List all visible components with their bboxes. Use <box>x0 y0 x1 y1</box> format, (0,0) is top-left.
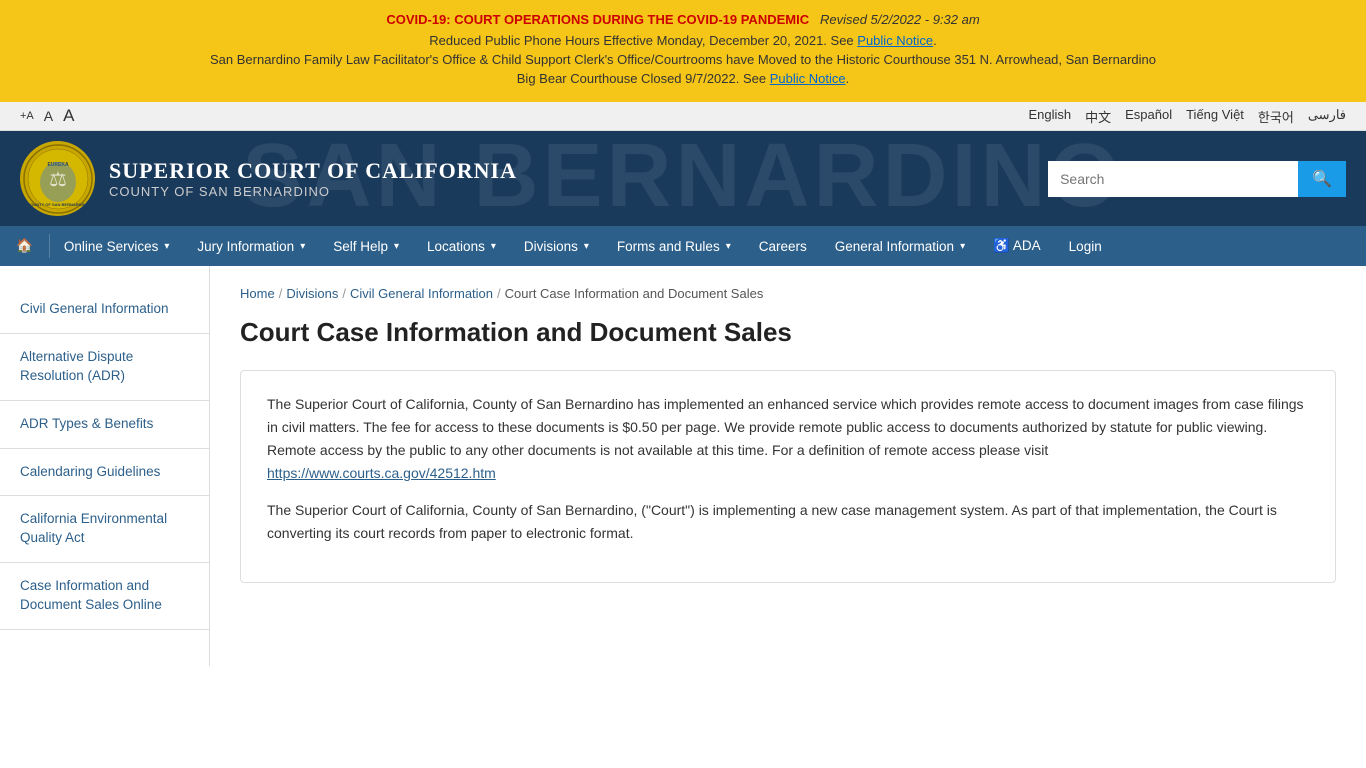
svg-text:⚖: ⚖ <box>49 169 67 191</box>
breadcrumb: Home / Divisions / Civil General Informa… <box>240 286 1336 301</box>
nav-jury-information[interactable]: Jury Information ▾ <box>183 226 319 266</box>
family-law-notice: San Bernardino Family Law Facilitator's … <box>20 52 1346 67</box>
sidebar: Civil General Information Alternative Di… <box>0 266 210 666</box>
sidebar-item-ceqa[interactable]: California Environmental Quality Act <box>0 496 209 563</box>
top-bar: +A A A English 中文 Español Tiếng Việt 한국어… <box>0 102 1366 131</box>
chevron-down-icon: ▾ <box>584 241 589 252</box>
breadcrumb-sep-3: / <box>497 286 501 301</box>
lang-vietnamese[interactable]: Tiếng Việt <box>1186 107 1244 126</box>
sidebar-item-case-info[interactable]: Case Information and Document Sales Onli… <box>0 563 209 630</box>
public-notice-link-2[interactable]: Public Notice <box>770 71 846 86</box>
sidebar-item-calendaring[interactable]: Calendaring Guidelines <box>0 449 209 497</box>
covid-title: COVID-19: COURT OPERATIONS DURING THE CO… <box>386 12 809 27</box>
font-large-btn[interactable]: A <box>63 106 74 126</box>
search-button[interactable]: 🔍 <box>1298 161 1346 197</box>
sidebar-item-civil-general[interactable]: Civil General Information <box>0 286 209 334</box>
breadcrumb-divisions[interactable]: Divisions <box>286 286 338 301</box>
font-medium-btn[interactable]: A <box>44 108 53 124</box>
bear-notice: Big Bear Courthouse Closed 9/7/2022. See… <box>20 71 1346 86</box>
content-box: The Superior Court of California, County… <box>240 370 1336 583</box>
chevron-down-icon: ▾ <box>491 241 496 252</box>
chevron-down-icon: ▾ <box>960 241 965 252</box>
nav-divisions[interactable]: Divisions ▾ <box>510 226 603 266</box>
public-notice-link-1[interactable]: Public Notice <box>857 33 933 48</box>
chevron-down-icon: ▾ <box>164 241 169 252</box>
search-area: 🔍 <box>1048 161 1346 197</box>
courts-link[interactable]: https://www.courts.ca.gov/42512.htm <box>267 465 496 481</box>
nav-self-help[interactable]: Self Help ▾ <box>319 226 413 266</box>
court-name: Superior Court of California <box>109 158 517 184</box>
chevron-down-icon: ▾ <box>726 241 731 252</box>
content-wrapper: Civil General Information Alternative Di… <box>0 266 1366 666</box>
nav-locations[interactable]: Locations ▾ <box>413 226 510 266</box>
breadcrumb-sep-1: / <box>279 286 283 301</box>
lang-korean[interactable]: 한국어 <box>1258 107 1294 126</box>
breadcrumb-civil[interactable]: Civil General Information <box>350 286 493 301</box>
font-size-controls: +A A A <box>20 106 74 126</box>
nav-online-services[interactable]: Online Services ▾ <box>50 226 184 266</box>
chevron-down-icon: ▾ <box>300 241 305 252</box>
svg-text:COUNTY OF SAN BERNARDINO: COUNTY OF SAN BERNARDINO <box>27 202 88 207</box>
content-paragraph-1: The Superior Court of California, County… <box>267 393 1309 485</box>
main-content: Home / Divisions / Civil General Informa… <box>210 266 1366 666</box>
font-small-btn[interactable]: +A <box>20 110 34 122</box>
sidebar-item-adr-types[interactable]: ADR Types & Benefits <box>0 401 209 449</box>
court-county: County of San Bernardino <box>109 184 517 199</box>
breadcrumb-current: Court Case Information and Document Sale… <box>505 286 764 301</box>
nav-general-information[interactable]: General Information ▾ <box>821 226 979 266</box>
phone-notice: Reduced Public Phone Hours Effective Mon… <box>20 33 1346 48</box>
site-header: SAN BERNARDINO EUREKA COUNTY OF SAN BERN… <box>0 131 1366 226</box>
main-navigation: 🏠 Online Services ▾ Jury Information ▾ S… <box>0 226 1366 266</box>
lang-chinese[interactable]: 中文 <box>1085 107 1111 126</box>
content-paragraph-2: The Superior Court of California, County… <box>267 499 1309 545</box>
chevron-down-icon: ▾ <box>394 241 399 252</box>
breadcrumb-home[interactable]: Home <box>240 286 275 301</box>
alert-banner: COVID-19: COURT OPERATIONS DURING THE CO… <box>0 0 1366 102</box>
lang-farsi[interactable]: فارسی <box>1308 107 1346 126</box>
nav-ada[interactable]: ♿ ADA <box>979 226 1055 266</box>
search-input[interactable] <box>1048 161 1298 197</box>
lang-spanish[interactable]: Español <box>1125 107 1172 126</box>
covid-alert-line: COVID-19: COURT OPERATIONS DURING THE CO… <box>20 12 1346 27</box>
nav-login[interactable]: Login <box>1055 226 1116 266</box>
nav-careers[interactable]: Careers <box>745 226 821 266</box>
sidebar-item-adr[interactable]: Alternative Dispute Resolution (ADR) <box>0 334 209 401</box>
page-title: Court Case Information and Document Sale… <box>240 317 1336 348</box>
header-title: Superior Court of California County of S… <box>109 158 517 199</box>
nav-forms-and-rules[interactable]: Forms and Rules ▾ <box>603 226 745 266</box>
court-seal: EUREKA COUNTY OF SAN BERNARDINO ⚖ <box>20 141 95 216</box>
lang-english[interactable]: English <box>1028 107 1071 126</box>
covid-revised: Revised 5/2/2022 - 9:32 am <box>820 12 980 27</box>
nav-home[interactable]: 🏠 <box>0 226 49 266</box>
header-branding: EUREKA COUNTY OF SAN BERNARDINO ⚖ Superi… <box>20 141 517 216</box>
breadcrumb-sep-2: / <box>342 286 346 301</box>
language-links: English 中文 Español Tiếng Việt 한국어 فارسی <box>1028 107 1346 126</box>
